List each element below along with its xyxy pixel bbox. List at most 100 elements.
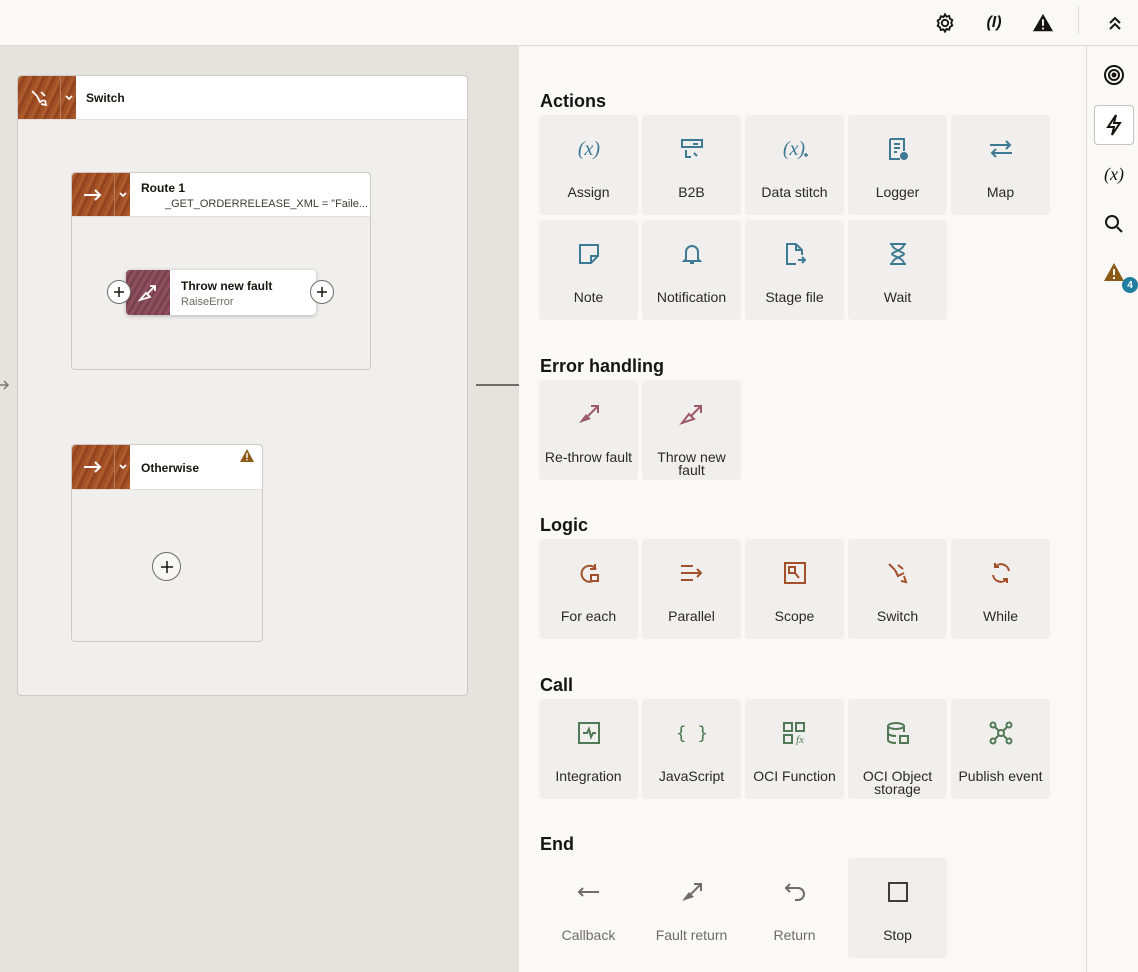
svg-text:(x): (x): [577, 138, 600, 160]
route-1-title: Route 1: [141, 181, 186, 195]
tile-throw-new-fault[interactable]: Throw new fault: [642, 380, 741, 480]
for-each-icon: [539, 559, 638, 587]
otherwise-arrow-icon: [72, 445, 114, 489]
expression-icon[interactable]: (I): [979, 8, 1009, 38]
tile-logger[interactable]: Logger: [848, 115, 947, 215]
tile-label: Map: [986, 184, 1015, 200]
otherwise-title: Otherwise: [141, 461, 200, 475]
lightning-icon[interactable]: [1094, 105, 1134, 145]
add-to-otherwise-button[interactable]: [152, 552, 181, 581]
warning-count-badge: 4: [1122, 277, 1138, 293]
route-1-chevron-down-icon[interactable]: [114, 173, 130, 216]
tile-while[interactable]: While: [951, 539, 1050, 639]
otherwise-container[interactable]: Otherwise: [71, 444, 263, 642]
warning-icon[interactable]: [1028, 8, 1058, 38]
gear-icon[interactable]: [930, 8, 960, 38]
switch-title: Switch: [86, 91, 125, 105]
map-icon: [951, 135, 1050, 163]
tile-label: Callback: [561, 927, 616, 943]
tile-scope[interactable]: Scope: [745, 539, 844, 639]
tile-publish-event[interactable]: Publish event: [951, 699, 1050, 799]
otherwise-warning-icon[interactable]: [240, 449, 254, 467]
warnings-button[interactable]: 4: [1094, 254, 1138, 294]
route-arrow-icon: [72, 173, 114, 216]
tile-javascript[interactable]: { } JavaScript: [642, 699, 741, 799]
braces-icon: { }: [642, 719, 741, 747]
chevron-up-double-icon[interactable]: [1100, 8, 1130, 38]
tile-return[interactable]: Return: [745, 858, 844, 958]
add-after-button[interactable]: [310, 280, 334, 304]
tile-label: Publish event: [958, 768, 1043, 784]
tile-label: Data stitch: [761, 184, 828, 200]
tile-label: OCI Object storage: [862, 768, 933, 797]
tile-integration[interactable]: Integration: [539, 699, 638, 799]
tile-label: While: [982, 608, 1018, 624]
right-rail: (x) 4: [1086, 46, 1138, 972]
tile-switch[interactable]: Switch: [848, 539, 947, 639]
stage-file-icon: [745, 240, 844, 268]
tile-rethrow-fault[interactable]: Re-throw fault: [539, 380, 638, 480]
top-toolbar: (I): [0, 0, 1138, 46]
tile-fault-return[interactable]: Fault return: [642, 858, 741, 958]
tile-oci-object-storage[interactable]: OCI Object storage: [848, 699, 947, 799]
scope-icon: [745, 559, 844, 587]
switch-header[interactable]: Switch: [18, 76, 467, 120]
database-icon: [848, 719, 947, 747]
tile-data-stitch[interactable]: (x) Data stitch: [745, 115, 844, 215]
switch-chevron-down-icon[interactable]: [60, 76, 76, 119]
throw-fault-icon: [126, 270, 170, 315]
switch-icon: [848, 559, 947, 587]
tile-notification[interactable]: Notification: [642, 220, 741, 320]
svg-text:fx: fx: [796, 734, 804, 745]
stop-icon: [848, 878, 947, 906]
section-call-title: Call: [540, 675, 574, 695]
tile-label: For each: [560, 608, 617, 624]
tile-assign[interactable]: (x) Assign: [539, 115, 638, 215]
tile-oci-function[interactable]: fx OCI Function: [745, 699, 844, 799]
tile-label: Logger: [875, 184, 920, 200]
tile-wait[interactable]: Wait: [848, 220, 947, 320]
note-icon: [539, 240, 638, 268]
toolbar-divider: [1078, 6, 1079, 34]
bell-icon: [642, 240, 741, 268]
integration-icon: [539, 719, 638, 747]
otherwise-header[interactable]: Otherwise: [72, 445, 262, 490]
tile-parallel[interactable]: Parallel: [642, 539, 741, 639]
search-icon[interactable]: [1094, 204, 1134, 244]
tile-label: JavaScript: [658, 768, 725, 784]
tile-label: Stop: [883, 927, 912, 943]
tile-note[interactable]: Note: [539, 220, 638, 320]
tile-stage-file[interactable]: Stage file: [745, 220, 844, 320]
oci-function-icon: fx: [745, 719, 844, 747]
otherwise-chevron-down-icon[interactable]: [114, 445, 130, 489]
variable-icon[interactable]: (x): [1094, 154, 1134, 194]
warning-icon: [1104, 262, 1124, 286]
target-icon[interactable]: [1094, 55, 1134, 95]
parallel-icon: [642, 559, 741, 587]
route-1-condition: _GET_ORDERRELEASE_XML = "Faile...: [165, 198, 369, 210]
tile-label: Wait: [883, 289, 912, 305]
rethrow-fault-icon: [539, 400, 638, 428]
tile-b2b[interactable]: B2B: [642, 115, 741, 215]
add-before-button[interactable]: [107, 280, 131, 304]
switch-node-icon: [18, 76, 60, 119]
throw-new-fault-icon: [642, 400, 741, 428]
tile-callback[interactable]: Callback: [539, 858, 638, 958]
flow-canvas[interactable]: Switch Route 1 _GET_ORDERRELEASE_XML = "…: [0, 46, 519, 972]
tile-label: Stage file: [765, 289, 824, 305]
tile-for-each[interactable]: For each: [539, 539, 638, 639]
tile-stop[interactable]: Stop: [848, 858, 947, 958]
data-stitch-icon: (x): [745, 135, 844, 163]
tile-label: Notification: [656, 289, 727, 305]
section-actions-title: Actions: [540, 91, 607, 111]
tile-label: Scope: [774, 608, 815, 624]
route-1-header[interactable]: Route 1 _GET_ORDERRELEASE_XML = "Faile..…: [72, 173, 370, 217]
throw-new-fault-node[interactable]: Throw new fault RaiseError: [126, 270, 316, 315]
section-logic-title: Logic: [540, 515, 588, 535]
tile-map[interactable]: Map: [951, 115, 1050, 215]
throw-card-title: Throw new fault: [181, 279, 273, 293]
fault-return-icon: [642, 878, 741, 906]
tile-label: Fault return: [655, 927, 728, 943]
tile-label: Integration: [555, 768, 622, 784]
hourglass-icon: [848, 240, 947, 268]
